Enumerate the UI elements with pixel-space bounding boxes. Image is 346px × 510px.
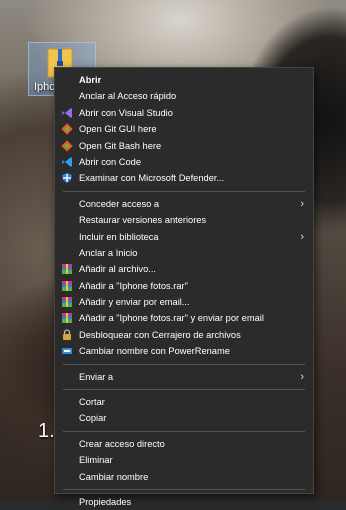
- desktop-icon-label: Ipho: [34, 81, 56, 93]
- menu-separator: [63, 488, 305, 490]
- powerrename-icon: [62, 348, 72, 355]
- defender-icon: [62, 173, 72, 184]
- menu-item-eliminar[interactable]: Eliminar: [55, 452, 313, 468]
- menu-item-abrir-con-code[interactable]: Abrir con Code: [55, 154, 313, 170]
- lock-icon: [63, 329, 71, 340]
- menu-item-restaurar-versiones[interactable]: Restaurar versiones anteriores: [55, 212, 313, 228]
- menu-item-label: Añadir a "Iphone fotos.rar": [79, 280, 188, 291]
- menu-item-label: Examinar con Microsoft Defender...: [79, 173, 225, 184]
- menu-item-crear-acceso-directo[interactable]: Crear acceso directo: [55, 436, 313, 452]
- menu-item-abrir-visual-studio[interactable]: Abrir con Visual Studio: [55, 105, 313, 121]
- menu-item-examinar-defender[interactable]: Examinar con Microsoft Defender...: [55, 170, 313, 186]
- menu-item-label: Open Git Bash here: [79, 140, 162, 151]
- menu-item-cambiar-nombre[interactable]: Cambiar nombre: [55, 469, 313, 485]
- menu-item-label: Anclar a Inicio: [79, 247, 138, 258]
- visual-studio-icon: [62, 107, 72, 118]
- menu-item-label: Abrir: [79, 75, 102, 85]
- menu-item-label: Abrir con Visual Studio: [79, 107, 173, 118]
- menu-item-label: Añadir a "Iphone fotos.rar" y enviar por…: [79, 313, 264, 324]
- menu-item-label: Añadir al archivo...: [79, 264, 156, 275]
- menu-item-enviar-a[interactable]: Enviar a ›: [55, 369, 313, 385]
- menu-item-copiar[interactable]: Copiar: [55, 410, 313, 426]
- menu-item-label: Propiedades: [79, 496, 132, 507]
- winrar-icon: [62, 280, 72, 291]
- menu-item-anclar-acceso-rapido[interactable]: Anclar al Acceso rápido: [55, 88, 313, 104]
- menu-item-powerrename[interactable]: Cambiar nombre con PowerRename: [55, 343, 313, 359]
- git-icon: [61, 139, 73, 152]
- menu-item-incluir-biblioteca[interactable]: Incluir en biblioteca ›: [55, 229, 313, 245]
- menu-separator: [63, 363, 305, 365]
- menu-item-label: Incluir en biblioteca: [79, 231, 159, 242]
- menu-separator: [63, 430, 305, 432]
- menu-item-label: Eliminar: [79, 455, 113, 466]
- menu-item-label: Conceder acceso a: [79, 198, 160, 209]
- winrar-icon: [62, 313, 72, 324]
- menu-item-anadir-rar-email[interactable]: Añadir a "Iphone fotos.rar" y enviar por…: [55, 310, 313, 326]
- chevron-right-icon: ›: [300, 230, 304, 243]
- menu-item-label: Cortar: [79, 397, 105, 408]
- menu-item-label: Restaurar versiones anteriores: [79, 215, 207, 226]
- git-icon: [61, 123, 73, 135]
- menu-item-desbloquear-cerrajero[interactable]: Desbloquear con Cerrajero de archivos: [55, 327, 313, 343]
- menu-separator: [63, 190, 305, 192]
- menu-item-label: Copiar: [79, 413, 107, 424]
- menu-item-propiedades[interactable]: Propiedades: [55, 494, 313, 510]
- menu-item-label: Open Git GUI here: [79, 124, 157, 135]
- menu-item-label: Abrir con Code: [79, 156, 142, 167]
- menu-item-open-git-bash[interactable]: Open Git Bash here: [55, 138, 313, 154]
- menu-separator: [63, 389, 305, 391]
- menu-item-open-git-gui[interactable]: Open Git GUI here: [55, 121, 313, 137]
- context-menu: Abrir Anclar al Acceso rápido Abrir con …: [54, 67, 314, 507]
- menu-item-label: Cambiar nombre con PowerRename: [79, 346, 230, 357]
- menu-item-anadir-rar[interactable]: Añadir a "Iphone fotos.rar": [55, 278, 313, 294]
- menu-item-anadir-enviar-email[interactable]: Añadir y enviar por email...: [55, 294, 313, 310]
- menu-item-label: Crear acceso directo: [79, 438, 165, 449]
- winrar-icon: [62, 297, 72, 308]
- menu-item-label: Cambiar nombre: [79, 471, 149, 482]
- menu-item-label: Desbloquear con Cerrajero de archivos: [79, 329, 241, 340]
- chevron-right-icon: ›: [300, 370, 304, 383]
- menu-item-cortar[interactable]: Cortar: [55, 394, 313, 410]
- menu-item-label: Añadir y enviar por email...: [79, 297, 190, 308]
- vscode-icon: [62, 156, 72, 167]
- menu-item-anclar-inicio[interactable]: Anclar a Inicio: [55, 245, 313, 261]
- menu-item-abrir[interactable]: Abrir: [55, 72, 313, 88]
- desktop-partial-text: 1.: [38, 420, 55, 442]
- menu-item-label: Anclar al Acceso rápido: [79, 91, 177, 102]
- menu-item-anadir-archivo[interactable]: Añadir al archivo...: [55, 261, 313, 277]
- menu-item-label: Enviar a: [79, 371, 114, 382]
- menu-item-conceder-acceso[interactable]: Conceder acceso a ›: [55, 196, 313, 212]
- chevron-right-icon: ›: [300, 197, 304, 210]
- winrar-icon: [62, 264, 72, 275]
